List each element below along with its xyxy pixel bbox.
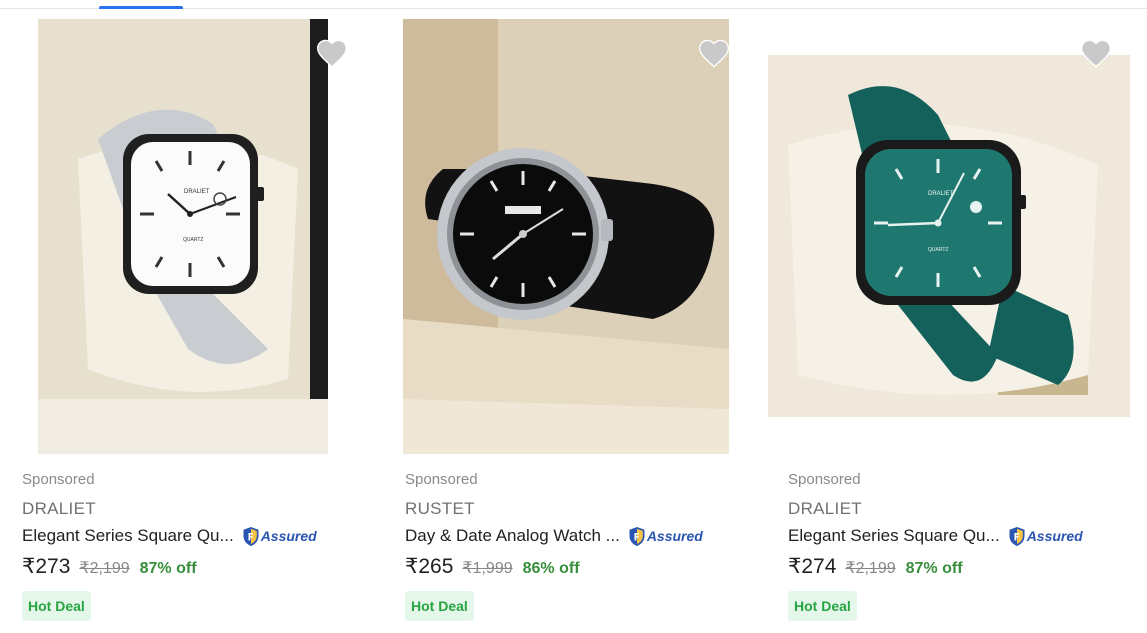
- svg-text:DRALIET: DRALIET: [184, 189, 210, 195]
- sponsored-label: Sponsored: [788, 471, 861, 488]
- original-price: ₹2,199: [79, 560, 130, 577]
- product-card[interactable]: Sponsored RUSTET Day & Date Analog Watch…: [403, 18, 745, 628]
- hot-deal-badge: Hot Deal: [788, 591, 857, 621]
- product-title[interactable]: Elegant Series Square Qu...: [788, 526, 1000, 546]
- product-title[interactable]: Elegant Series Square Qu...: [22, 526, 234, 546]
- discount-percent: 87% off: [139, 560, 197, 577]
- brand-name: RUSTET: [405, 499, 475, 518]
- assured-badge: Assured: [628, 526, 703, 547]
- sponsored-label: Sponsored: [22, 471, 95, 488]
- wishlist-heart-icon[interactable]: [1079, 38, 1113, 68]
- hot-deal-badge: Hot Deal: [405, 591, 474, 621]
- brand-name: DRALIET: [788, 499, 862, 518]
- product-card[interactable]: DRALIET QUARTZ Sponsored DRALIET Elegant…: [768, 18, 1130, 628]
- hot-deal-badge: Hot Deal: [22, 591, 91, 621]
- assured-label: Assured: [260, 528, 317, 544]
- top-tab-bar: [0, 0, 1147, 9]
- product-card[interactable]: DRALIET QUARTZ Sponsored DRALIET Elegant…: [22, 18, 362, 628]
- brand-name: DRALIET: [22, 499, 96, 518]
- product-image[interactable]: DRALIET QUARTZ: [38, 19, 328, 454]
- wishlist-heart-icon[interactable]: [315, 38, 349, 68]
- sponsored-label: Sponsored: [405, 471, 478, 488]
- product-title[interactable]: Day & Date Analog Watch ...: [405, 526, 620, 546]
- shield-icon: [1009, 526, 1025, 546]
- assured-badge: Assured: [242, 526, 317, 547]
- svg-text:DRALIET: DRALIET: [928, 191, 954, 197]
- original-price: ₹2,199: [845, 560, 896, 577]
- selling-price: ₹265: [405, 555, 454, 578]
- product-image[interactable]: [403, 19, 729, 454]
- discount-percent: 87% off: [905, 560, 963, 577]
- selling-price: ₹273: [22, 555, 71, 578]
- shield-icon: [243, 526, 259, 546]
- assured-label: Assured: [1026, 528, 1083, 544]
- product-image[interactable]: DRALIET QUARTZ: [768, 55, 1130, 417]
- discount-percent: 86% off: [522, 560, 580, 577]
- original-price: ₹1,999: [462, 560, 513, 577]
- assured-badge: Assured: [1008, 526, 1083, 547]
- svg-text:QUARTZ: QUARTZ: [183, 237, 203, 243]
- shield-icon: [629, 526, 645, 546]
- assured-label: Assured: [646, 528, 703, 544]
- svg-text:QUARTZ: QUARTZ: [928, 247, 948, 253]
- selling-price: ₹274: [788, 555, 837, 578]
- wishlist-heart-icon[interactable]: [697, 38, 731, 68]
- active-tab-indicator: [99, 6, 183, 9]
